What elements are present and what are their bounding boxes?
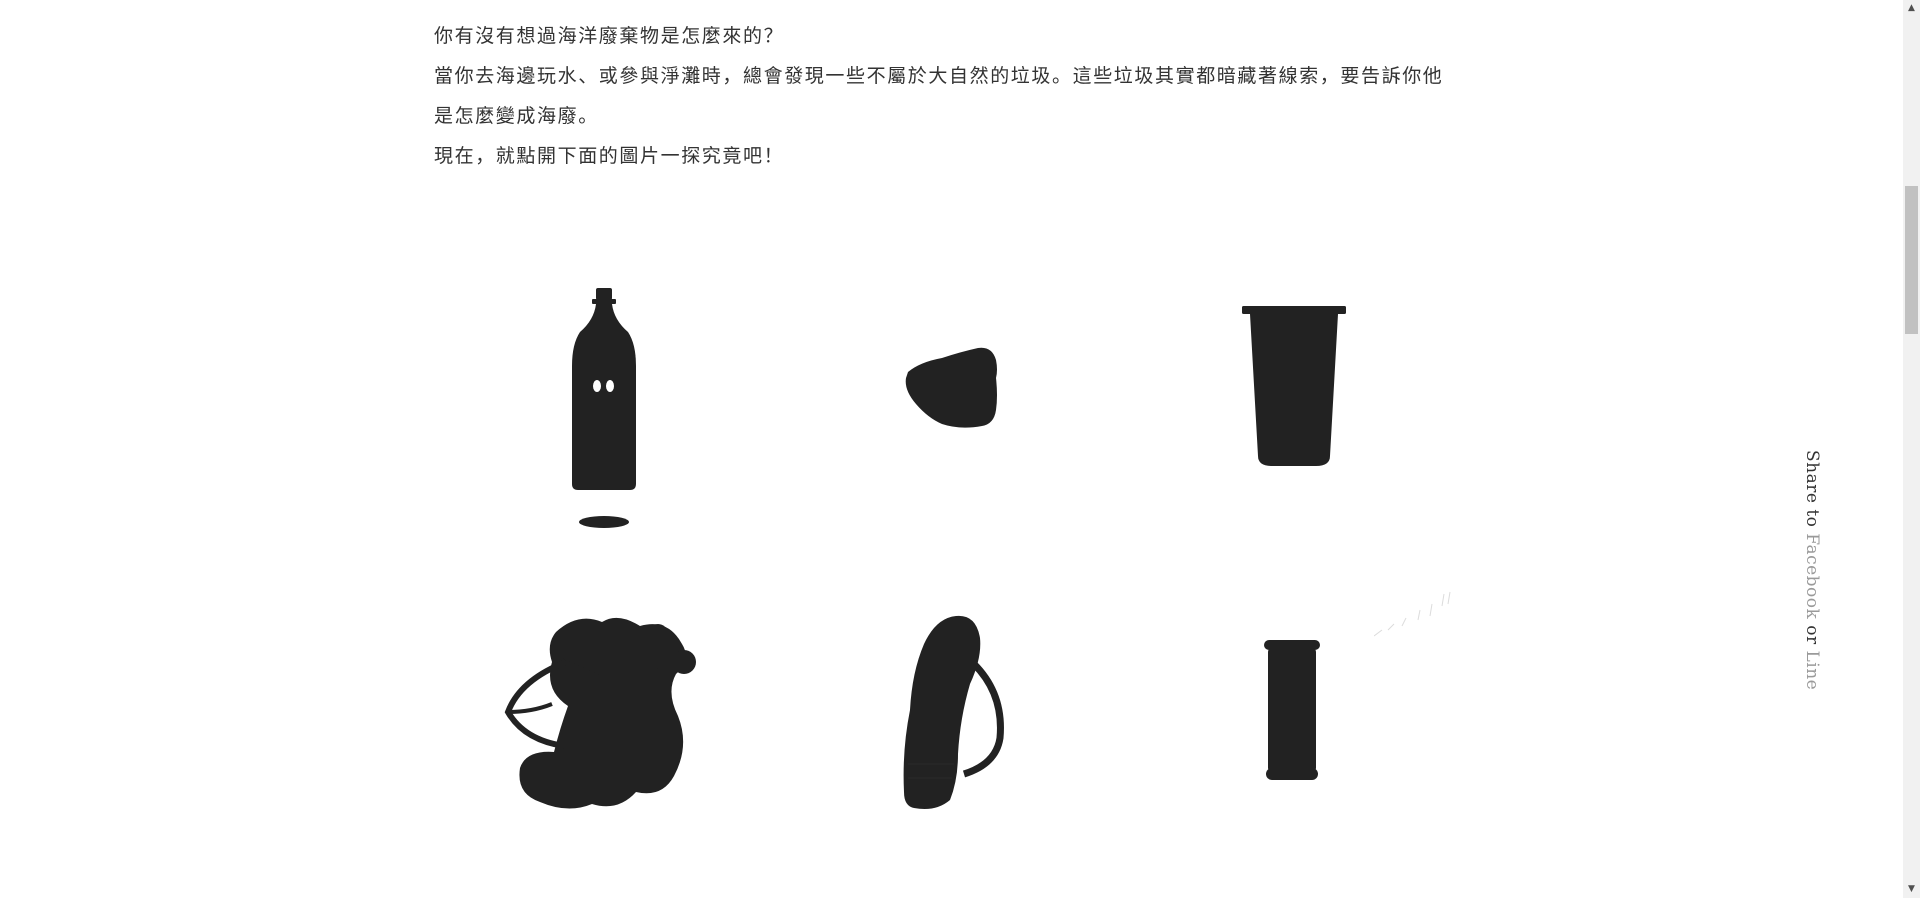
styrofoam-icon: [905, 347, 997, 428]
page: 你有沒有想過海洋廢棄物是怎麼來的？ 當你去海邊玩水、或參與淨灘時，總會發現一些不…: [0, 0, 1920, 898]
intro-text: 你有沒有想過海洋廢棄物是怎麼來的？ 當你去海邊玩水、或參與淨灘時，總會發現一些不…: [434, 16, 1454, 176]
decorative-scratch: [1374, 591, 1451, 637]
can-item[interactable]: [1264, 640, 1320, 782]
share-prefix: Share to: [1802, 450, 1822, 534]
styrofoam-item[interactable]: [904, 347, 998, 428]
intro-call-to-action: 現在，就點開下面的圖片一探究竟吧！: [434, 145, 785, 167]
marine-debris-grid: [434, 270, 1470, 830]
vertical-scrollbar[interactable]: ▲ ▼: [1903, 0, 1920, 898]
share-facebook-link[interactable]: Facebook: [1802, 533, 1822, 619]
share-or: or: [1802, 619, 1822, 651]
scroll-up-arrow-icon[interactable]: ▲: [1903, 0, 1920, 17]
share-bar: Share to Facebook or Line: [1790, 450, 1830, 690]
food-wrapper-icon: [903, 615, 1004, 809]
fishing-net-item[interactable]: [504, 616, 706, 812]
food-wrapper-item[interactable]: [900, 614, 1010, 810]
share-line-link[interactable]: Line: [1802, 650, 1822, 690]
plastic-bottle-icon: [572, 288, 636, 528]
scroll-thumb[interactable]: [1905, 186, 1918, 334]
intro-question: 你有沒有想過海洋廢棄物是怎麼來的？: [434, 25, 785, 47]
scroll-down-arrow-icon[interactable]: ▼: [1903, 881, 1920, 898]
fishing-net-icon: [504, 617, 696, 809]
drink-cup-item[interactable]: [1242, 306, 1348, 466]
can-icon: [1264, 640, 1320, 780]
drink-cup-icon: [1242, 306, 1346, 466]
intro-description: 當你去海邊玩水、或參與淨灘時，總會發現一些不屬於大自然的垃圾。這些垃圾其實都暗藏…: [434, 65, 1444, 127]
share-text: Share to Facebook or Line: [1802, 450, 1822, 690]
plastic-bottle-item[interactable]: [572, 286, 642, 530]
